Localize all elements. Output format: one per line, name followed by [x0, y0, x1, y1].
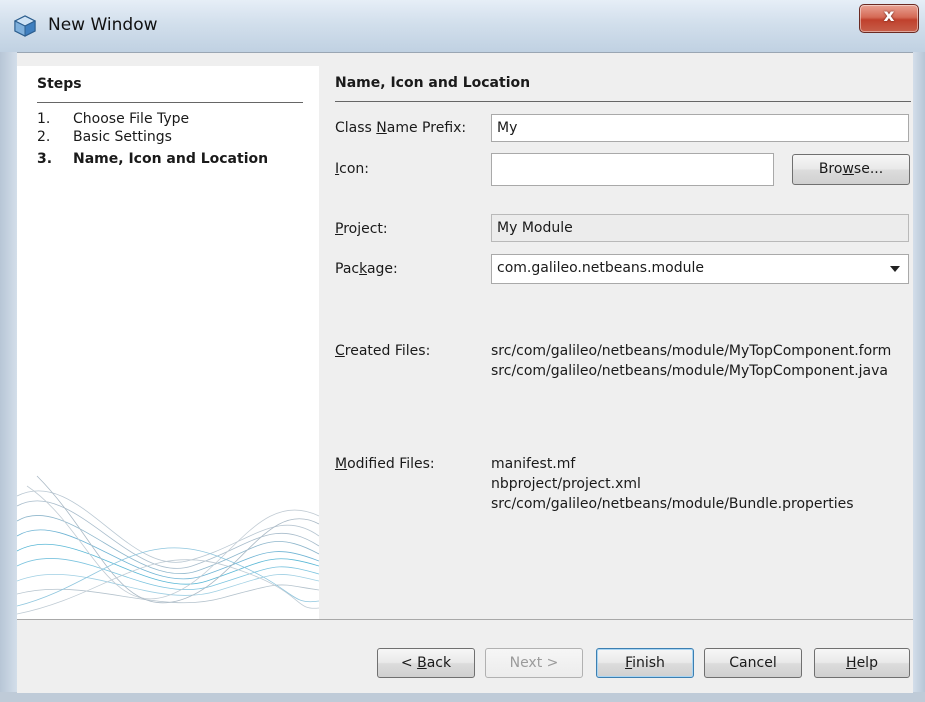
- title-bar[interactable]: New Window x: [0, 0, 925, 52]
- window-frame-right: [913, 52, 925, 702]
- list-item: src/com/galileo/netbeans/module/MyTopCom…: [491, 343, 892, 359]
- step-label: Name, Icon and Location: [73, 151, 269, 167]
- icon-label: Icon:: [335, 161, 369, 177]
- step-number: 2.: [37, 129, 51, 145]
- steps-panel: Steps 1. Choose File Type 2. Basic Setti…: [17, 66, 319, 619]
- chevron-down-icon[interactable]: [890, 266, 900, 272]
- window-frame-bottom: [0, 692, 925, 702]
- button-bar-divider: [17, 619, 913, 620]
- help-button[interactable]: Help: [814, 648, 910, 678]
- icon-path-input[interactable]: [491, 153, 774, 186]
- list-item: manifest.mf: [491, 456, 576, 472]
- modified-files-label: Modified Files:: [335, 456, 435, 472]
- step-label: Basic Settings: [73, 129, 172, 145]
- list-item: src/com/galileo/netbeans/module/MyTopCom…: [491, 363, 888, 379]
- window-frame-left: [0, 52, 17, 702]
- step-number: 1.: [37, 111, 51, 127]
- netbeans-cube-icon: [14, 15, 36, 37]
- project-field: My Module: [491, 214, 909, 242]
- modified-files-list: manifest.mf nbproject/project.xml src/co…: [491, 454, 854, 514]
- created-files-label: Created Files:: [335, 343, 431, 359]
- project-label: Project:: [335, 221, 388, 237]
- steps-divider: [37, 102, 303, 103]
- next-button[interactable]: Next >: [485, 648, 583, 678]
- package-label: Package:: [335, 261, 398, 277]
- window-title: New Window: [48, 15, 158, 35]
- package-combobox-value: com.galileo.netbeans.module: [497, 260, 705, 276]
- list-item: nbproject/project.xml: [491, 476, 641, 492]
- section-title: Name, Icon and Location: [335, 75, 531, 91]
- step-label: Choose File Type: [73, 111, 190, 127]
- class-name-prefix-label: Class Name Prefix:: [335, 120, 467, 136]
- close-icon: x: [883, 6, 895, 26]
- decorative-wave-graphic: [17, 475, 319, 615]
- class-name-prefix-input[interactable]: [491, 114, 909, 142]
- package-combobox[interactable]: com.galileo.netbeans.module: [491, 254, 909, 284]
- dialog-window: New Window x Steps 1. Choose File Type 2…: [0, 0, 925, 702]
- step-number: 3.: [37, 151, 53, 167]
- cancel-button[interactable]: Cancel: [704, 648, 802, 678]
- browse-button[interactable]: Browse...: [792, 154, 910, 185]
- finish-button[interactable]: Finish: [596, 648, 694, 678]
- close-button[interactable]: x: [859, 4, 919, 33]
- steps-title: Steps: [37, 76, 82, 92]
- section-divider: [335, 101, 911, 102]
- dialog-body: Steps 1. Choose File Type 2. Basic Setti…: [17, 52, 913, 693]
- list-item: src/com/galileo/netbeans/module/Bundle.p…: [491, 496, 854, 512]
- back-button[interactable]: < Back: [377, 648, 475, 678]
- created-files-list: src/com/galileo/netbeans/module/MyTopCom…: [491, 341, 891, 381]
